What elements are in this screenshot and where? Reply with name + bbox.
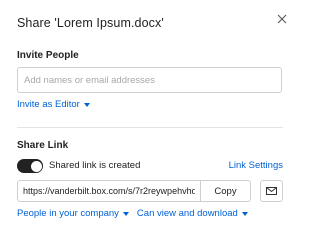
link-settings-link[interactable]: Link Settings [229,160,283,171]
copy-button[interactable]: Copy [200,180,251,202]
email-link-button[interactable] [260,180,283,202]
caret-down-icon [122,212,129,216]
permission-level-label: Can view and download [136,208,238,219]
shared-link-toggle[interactable] [17,159,43,173]
permission-level-dropdown[interactable]: Can view and download [137,208,248,219]
section-divider [17,127,283,128]
caret-down-icon [241,212,248,216]
share-dialog: Share 'Lorem Ipsum.docx' Invite People I… [0,0,300,240]
share-link-label: Share Link [17,140,69,151]
toggle-knob [30,160,42,172]
access-level-dropdown[interactable]: People in your company [17,208,129,219]
close-icon[interactable] [276,13,288,25]
shared-link-permissions: People in your company Can view and down… [17,208,256,219]
invite-input[interactable] [17,67,282,93]
dialog-title: Share 'Lorem Ipsum.docx' [17,16,164,30]
caret-down-icon [83,103,90,107]
shared-link-url-field[interactable] [17,180,200,202]
invite-role-dropdown[interactable]: Invite as Editor [17,99,90,110]
envelope-icon [266,187,277,195]
shared-link-toggle-row: Shared link is created Link Settings [17,159,283,173]
invite-role-label: Invite as Editor [17,99,80,110]
access-level-label: People in your company [17,208,119,219]
shared-link-url-row: Copy [17,180,283,202]
shared-link-status: Shared link is created [49,160,141,171]
invite-people-label: Invite People [17,50,79,61]
